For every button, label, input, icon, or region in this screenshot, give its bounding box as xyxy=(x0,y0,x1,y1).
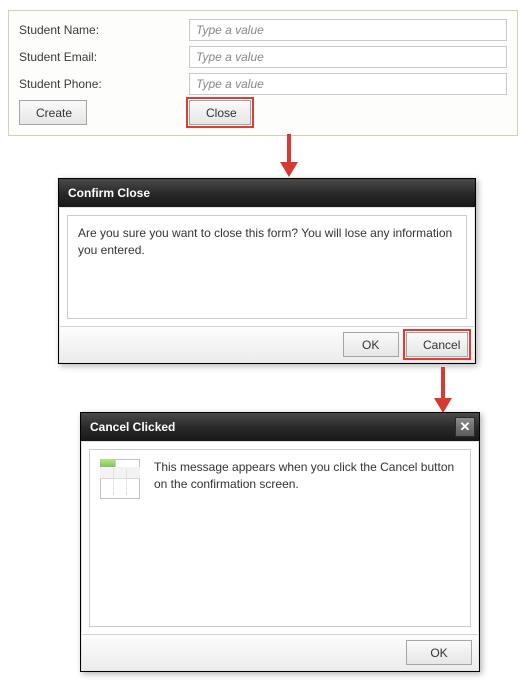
row-student-email: Student Email: xyxy=(19,46,507,68)
create-button[interactable]: Create xyxy=(19,100,87,125)
confirm-footer: OK Cancel xyxy=(60,326,474,362)
row-student-name: Student Name: xyxy=(19,19,507,41)
result-message: This message appears when you click the … xyxy=(154,459,460,494)
result-title-text: Cancel Clicked xyxy=(90,420,175,434)
confirm-title: Confirm Close xyxy=(59,179,475,207)
result-ok-button[interactable]: OK xyxy=(406,640,472,665)
close-button[interactable]: Close xyxy=(189,100,251,125)
result-title: Cancel Clicked ✕ xyxy=(81,413,479,441)
label-student-email: Student Email: xyxy=(19,50,189,64)
student-form: Student Name: Student Email: Student Pho… xyxy=(8,10,518,136)
input-student-phone[interactable] xyxy=(189,73,507,95)
label-student-name: Student Name: xyxy=(19,23,189,37)
result-dialog: Cancel Clicked ✕ This message appears wh… xyxy=(80,412,480,672)
confirm-dialog: Confirm Close Are you sure you want to c… xyxy=(58,178,476,364)
confirm-message: Are you sure you want to close this form… xyxy=(67,215,467,319)
confirm-cancel-button[interactable]: Cancel xyxy=(406,332,468,357)
row-student-phone: Student Phone: xyxy=(19,73,507,95)
result-footer: OK xyxy=(82,634,478,670)
close-icon[interactable]: ✕ xyxy=(455,417,475,437)
info-window-icon xyxy=(100,459,140,499)
input-student-name[interactable] xyxy=(189,19,507,41)
input-student-email[interactable] xyxy=(189,46,507,68)
confirm-ok-button[interactable]: OK xyxy=(343,332,399,357)
label-student-phone: Student Phone: xyxy=(19,77,189,91)
